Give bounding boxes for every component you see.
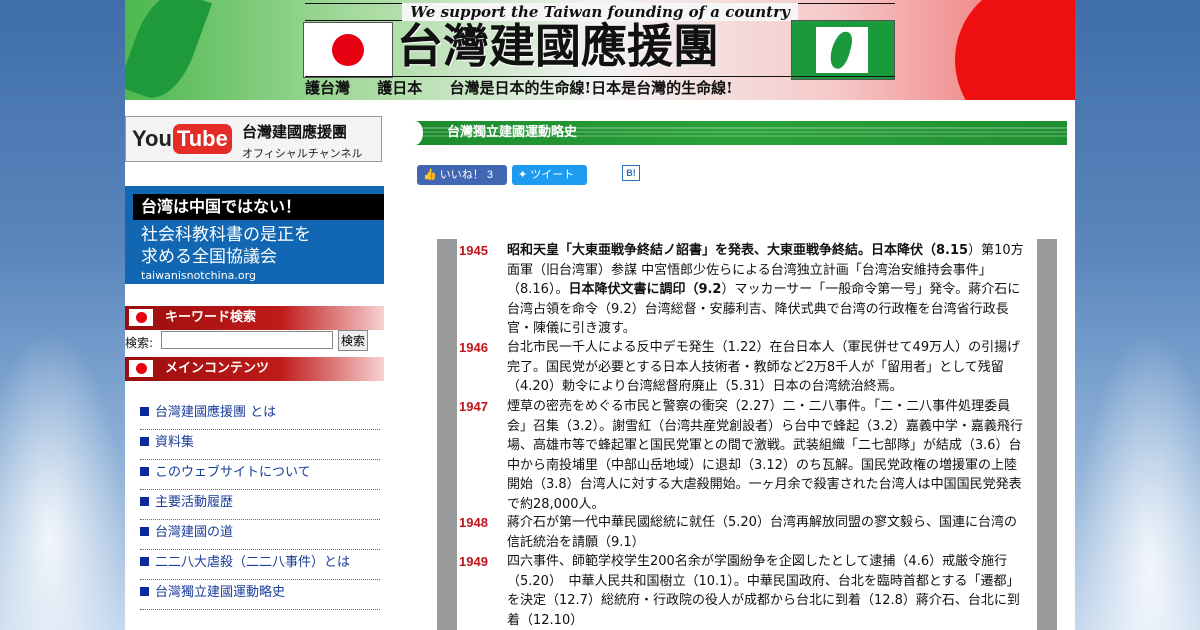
square-bullet-icon	[140, 437, 149, 446]
timeline-list: 1945 昭和天皇「大東亜戦争終結ノ詔書」を発表、大東亜戦争終結。日本降伏（8.…	[457, 239, 1037, 630]
menu-item-founding-path[interactable]: 台灣建國の道	[140, 520, 380, 550]
youtube-channel-subtitle: オフィシャルチャンネル	[242, 147, 363, 160]
red-sun-decoration	[955, 0, 1075, 100]
square-bullet-icon	[140, 467, 149, 476]
site-banner[interactable]: We support the Taiwan founding of a coun…	[125, 0, 1075, 100]
search-label: 検索:	[125, 336, 154, 350]
background-cloud-left	[0, 330, 125, 630]
square-bullet-icon	[140, 557, 149, 566]
thumbs-up-icon: 👍	[423, 169, 437, 181]
timeline-text: 蔣介石が第一代中華民國総統に就任（5.20）台湾再解放同盟の寥文毅ら、国連に台湾…	[507, 515, 1017, 550]
tw-banner-heading: 台湾は中国ではない！	[133, 194, 384, 220]
timeline-year: 1945	[459, 243, 488, 258]
menu-item-documents[interactable]: 資料集	[140, 430, 380, 460]
page-container: We support the Taiwan founding of a coun…	[125, 0, 1075, 630]
timeline-text: 台北市民一千人による反中デモ発生（1.22）在台日本人（軍民併せて49万人）の引…	[507, 340, 1021, 394]
timeline-year: 1946	[459, 340, 488, 355]
tw-banner-url: taiwanisnotchina.org	[141, 269, 256, 282]
facebook-like-button[interactable]: 👍 いいね！ 3	[417, 165, 507, 185]
timeline-year: 1948	[459, 515, 488, 530]
youtube-channel-title: 台灣建國應援團	[242, 123, 348, 141]
square-bullet-icon	[140, 527, 149, 536]
taiwan-flag-icon	[791, 20, 895, 80]
timeline-frame: 1945 昭和天皇「大東亜戦争終結ノ詔書」を発表、大東亜戦争終結。日本降伏（8.…	[437, 239, 1057, 630]
keyword-search-section-header: キーワード検索	[125, 306, 384, 330]
page-title: 台灣獨立建國運動略史	[407, 121, 1067, 145]
main-menu: 台灣建國應援團 とは 資料集 このウェブサイトについて 主要活動履歴 台灣建國の…	[140, 400, 380, 610]
square-bullet-icon	[140, 587, 149, 596]
banner-subtitle: 護台灣 護日本 台灣是日本的生命線!日本是台灣的生命線!	[305, 76, 895, 99]
leaf-decoration	[125, 0, 213, 100]
timeline-text: 煙草の密売をめぐる市民と警察の衝突（2.27）二・二八事件。「二・二八事件処理委…	[507, 399, 1023, 512]
timeline-year: 1947	[459, 399, 488, 414]
timeline-year: 1949	[459, 554, 488, 569]
menu-item-independence-history[interactable]: 台灣獨立建國運動略史	[140, 580, 380, 610]
youtube-logo-icon: You Tube	[132, 124, 232, 154]
tw-banner-body: 社会科教科書の是正を 求める全国協議会	[141, 225, 311, 267]
tweet-button[interactable]: ✦ ツイート	[512, 165, 587, 185]
twitter-bird-icon: ✦	[518, 169, 528, 181]
timeline-text: 昭和天皇「大東亜戦争終結ノ詔書」を発表、大東亜戦争終結。日本降伏（8.15）第1…	[507, 243, 1024, 336]
taiwanisnotchina-banner-link[interactable]: 台湾は中国ではない！ 社会科教科書の是正を 求める全国協議会 taiwanisn…	[125, 186, 384, 284]
menu-item-about[interactable]: 台灣建國應援團 とは	[140, 400, 380, 430]
site-title: 台灣建國應援團	[397, 19, 719, 73]
japan-flag-icon	[129, 360, 153, 377]
hatena-bookmark-button[interactable]: B!	[622, 165, 640, 181]
japan-flag-icon	[129, 309, 153, 326]
menu-item-activity-history[interactable]: 主要活動履歴	[140, 490, 380, 520]
background-cloud-right	[1075, 330, 1200, 630]
main-contents-section-header: メインコンテンツ	[125, 357, 384, 381]
square-bullet-icon	[140, 497, 149, 506]
square-bullet-icon	[140, 407, 149, 416]
search-button[interactable]: 検索	[338, 330, 368, 351]
timeline-text: 四六事件、師範学校学生200名余が学園紛争を企図したとして逮捕（4.6）戒厳令施…	[507, 554, 1020, 628]
menu-item-about-website[interactable]: このウェブサイトについて	[140, 460, 380, 490]
search-input[interactable]	[161, 331, 333, 349]
menu-item-228-incident[interactable]: 二二八大虐殺（二二八事件）とは	[140, 550, 380, 580]
japan-flag-icon	[303, 22, 393, 78]
youtube-channel-link[interactable]: You Tube 台灣建國應援團 オフィシャルチャンネル	[125, 116, 382, 162]
